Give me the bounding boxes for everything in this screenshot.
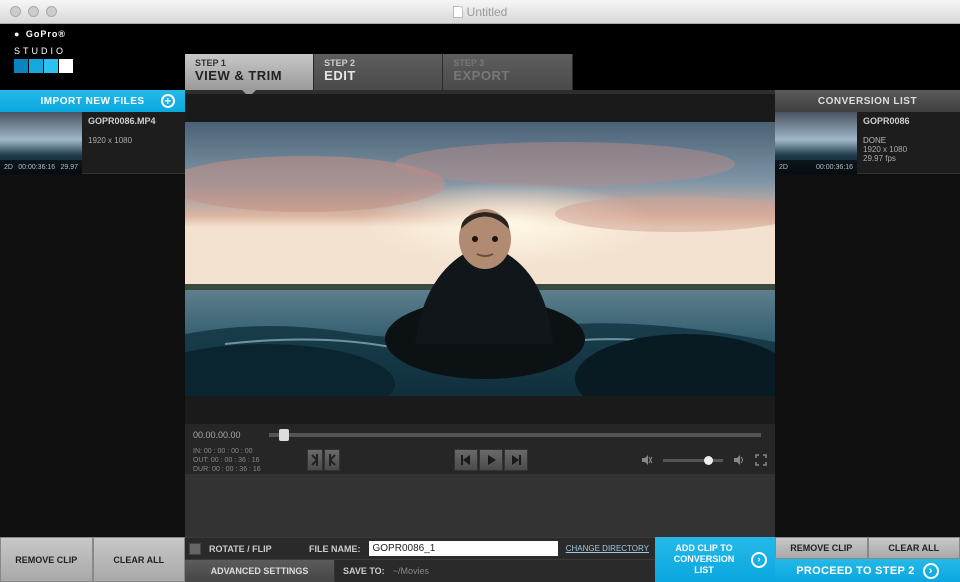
clip-fps: 29.97 fps	[863, 154, 954, 163]
viewer-panel: 00.00.00.00 IN: 00 : 00 : 00 : 00 OUT: 0…	[185, 90, 775, 537]
step-forward-button[interactable]	[504, 449, 528, 471]
source-clip[interactable]: 2D 00:00:36:16 29.97 GOPR0086.MP4 1920 x…	[0, 112, 185, 174]
right-bottom: REMOVE CLIP CLEAR ALL PROCEED TO STEP 2 …	[775, 537, 960, 582]
volume-slider[interactable]	[663, 459, 723, 462]
timeline-track[interactable]	[269, 433, 761, 437]
remove-source-clip-button[interactable]: REMOVE CLIP	[0, 537, 93, 582]
step-tab-export[interactable]: STEP 3 EXPORT	[443, 54, 572, 90]
clip-duration: 00:00:36:16	[816, 164, 853, 171]
arrow-right-icon: ›	[923, 563, 939, 579]
logo-sub: STUDIO	[14, 46, 185, 56]
arrow-right-icon: ›	[751, 552, 767, 568]
rotate-flip-checkbox[interactable]	[189, 543, 201, 555]
remove-conversion-clip-button[interactable]: REMOVE CLIP	[775, 537, 868, 559]
import-new-files-button[interactable]: IMPORT NEW FILES +	[0, 90, 185, 112]
top-band: ● GoPro® STUDIO STEP 1 VIEW & TRIM STEP …	[0, 24, 960, 90]
step-tabs: STEP 1 VIEW & TRIM STEP 2 EDIT STEP 3 EX…	[185, 24, 573, 90]
saveto-label: SAVE TO:	[343, 566, 385, 576]
clip-status: DONE	[863, 136, 954, 145]
saveto-value: ~/Movies	[393, 566, 429, 576]
step-number: STEP 3	[453, 58, 561, 68]
clip-resolution: 1920 x 1080	[863, 145, 954, 154]
step-back-button[interactable]	[454, 449, 478, 471]
playback-buttons	[454, 449, 528, 471]
step-number: STEP 1	[195, 58, 303, 68]
clip-filename: GOPR0086.MP4	[88, 116, 179, 126]
main-area: IMPORT NEW FILES + 2D 00:00:36:16 29.97 …	[0, 90, 960, 537]
mute-icon[interactable]	[641, 455, 653, 465]
logo-square	[44, 59, 58, 73]
playhead-handle[interactable]	[279, 429, 289, 441]
clip-filename: GOPR0086	[863, 116, 954, 126]
filename-input[interactable]	[369, 541, 558, 556]
window-titlebar: Untitled	[0, 0, 960, 24]
proceed-label: PROCEED TO STEP 2	[796, 565, 914, 577]
import-sidebar: IMPORT NEW FILES + 2D 00:00:36:16 29.97 …	[0, 90, 185, 537]
step-tab-edit[interactable]: STEP 2 EDIT	[314, 54, 443, 90]
step-title: EDIT	[324, 68, 432, 83]
document-icon	[453, 6, 463, 18]
logo-dot-icon: ●	[14, 29, 20, 39]
change-directory-link[interactable]: CHANGE DIRECTORY	[566, 544, 649, 553]
proceed-button[interactable]: PROCEED TO STEP 2 ›	[775, 559, 960, 582]
mark-in-button[interactable]	[307, 449, 323, 471]
import-label: IMPORT NEW FILES	[40, 96, 144, 107]
conversion-sidebar: CONVERSION LIST 2D 00:00:36:16 GOPR0086 …	[775, 90, 960, 537]
timeline[interactable]: 00.00.00.00	[185, 424, 775, 446]
filename-label: FILE NAME:	[309, 544, 361, 554]
clip-badge: 2D	[4, 164, 13, 171]
step-tab-view-trim[interactable]: STEP 1 VIEW & TRIM	[185, 54, 314, 90]
in-out-readout: IN: 00 : 00 : 00 : 00 OUT: 00 : 00 : 36 …	[193, 447, 303, 474]
app-logo: ● GoPro® STUDIO	[0, 24, 185, 90]
out-point: OUT: 00 : 00 : 36 : 16	[193, 456, 260, 465]
speaker-icon[interactable]	[733, 455, 745, 465]
bottom-bar: REMOVE CLIP CLEAR ALL ROTATE / FLIP FILE…	[0, 537, 960, 582]
in-point: IN: 00 : 00 : 00 : 00	[193, 447, 253, 456]
add-clip-button[interactable]: ADD CLIP TO CONVERSION LIST ›	[655, 537, 775, 582]
clear-source-button[interactable]: CLEAR ALL	[93, 537, 186, 582]
clip-thumbnail: 2D 00:00:36:16	[775, 112, 857, 174]
logo-squares	[14, 59, 185, 73]
clip-fps: 29.97	[60, 164, 78, 171]
advanced-settings-button[interactable]: ADVANCED SETTINGS	[185, 560, 335, 582]
window-title: Untitled	[0, 5, 960, 19]
rotate-flip-label: ROTATE / FLIP	[209, 544, 301, 554]
mark-buttons	[307, 449, 340, 471]
clip-meta: GOPR0086 DONE 1920 x 1080 29.97 fps	[857, 112, 960, 173]
clear-conversion-button[interactable]: CLEAR ALL	[868, 537, 960, 559]
clip-duration: 00:00:36:16	[18, 164, 55, 171]
fullscreen-icon[interactable]	[755, 454, 767, 466]
mark-out-button[interactable]	[324, 449, 340, 471]
volume-knob[interactable]	[704, 456, 713, 465]
logo-square	[29, 59, 43, 73]
dur-point: DUR: 00 : 00 : 36 : 16	[193, 465, 261, 474]
clip-resolution: 1920 x 1080	[88, 136, 179, 145]
plus-icon: +	[161, 94, 175, 108]
video-viewer[interactable]	[185, 94, 775, 424]
right-transport	[641, 454, 767, 466]
left-bottom-buttons: REMOVE CLIP CLEAR ALL	[0, 537, 185, 582]
clip-thumbnail: 2D 00:00:36:16 29.97	[0, 112, 82, 174]
play-button[interactable]	[479, 449, 503, 471]
conversion-clip[interactable]: 2D 00:00:36:16 GOPR0086 DONE 1920 x 1080…	[775, 112, 960, 174]
clip-badge: 2D	[779, 164, 788, 171]
step-number: STEP 2	[324, 58, 432, 68]
playhead-timecode: 00.00.00.00	[193, 430, 263, 440]
step-title: VIEW & TRIM	[195, 68, 303, 83]
logo-square	[59, 59, 73, 73]
step-title: EXPORT	[453, 68, 561, 83]
add-clip-label: ADD CLIP TO CONVERSION LIST	[663, 543, 745, 576]
transport-controls: IN: 00 : 00 : 00 : 00 OUT: 00 : 00 : 36 …	[185, 446, 775, 474]
conversion-list-header: CONVERSION LIST	[775, 90, 960, 112]
clip-meta: GOPR0086.MP4 1920 x 1080	[82, 112, 185, 173]
center-bottom: ROTATE / FLIP FILE NAME: CHANGE DIRECTOR…	[185, 537, 655, 582]
logo-square	[14, 59, 28, 73]
